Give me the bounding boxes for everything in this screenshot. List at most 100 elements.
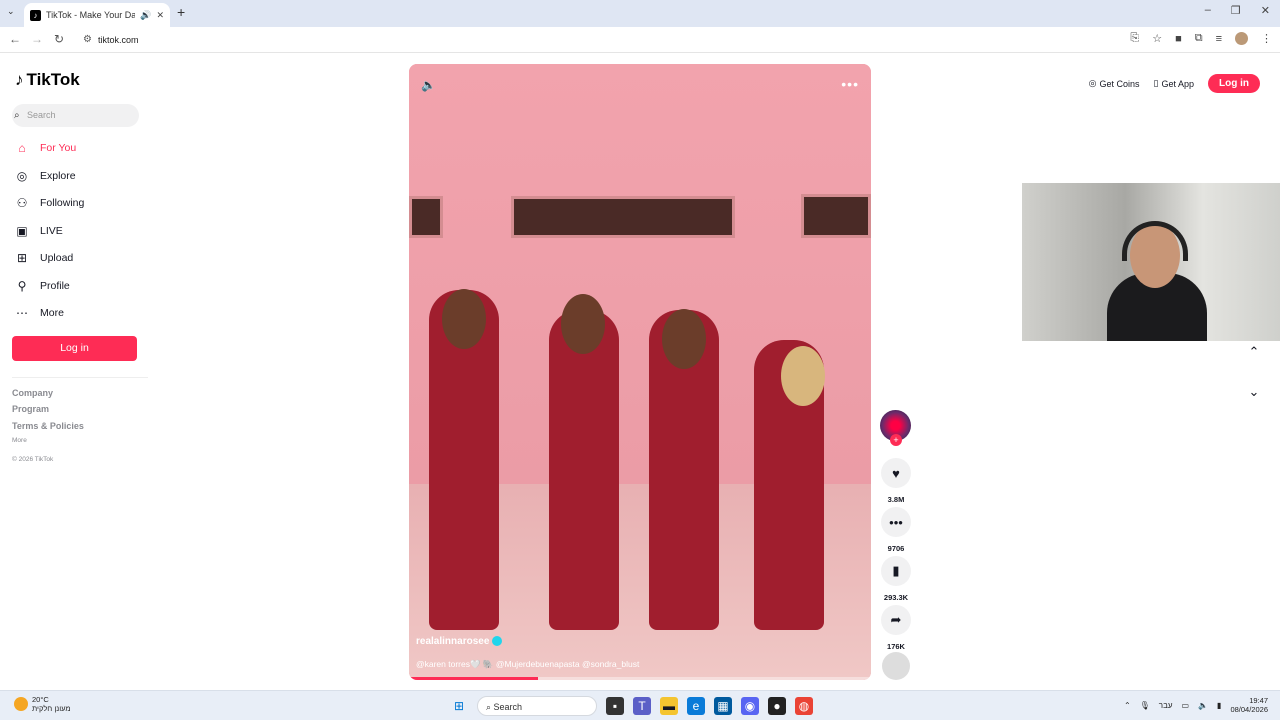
site-info-icon[interactable]: ⚙ xyxy=(83,30,92,50)
footer-more-link[interactable]: More xyxy=(12,437,27,444)
previous-video-icon[interactable]: ⌃ xyxy=(1244,344,1264,360)
sidebar-item-following[interactable]: ⚇ Following xyxy=(15,196,85,210)
bookmark-icon[interactable]: ▮ xyxy=(881,556,911,586)
follow-plus-icon[interactable]: + xyxy=(890,434,902,446)
new-tab-button[interactable]: + xyxy=(177,4,185,20)
restore-icon[interactable]: ❐ xyxy=(1231,4,1241,17)
system-tray: ⌃ 🎙 עבר ▭ 🔈 ▮ 19:47 08/04/2026 xyxy=(1124,696,1268,714)
back-icon[interactable]: ← xyxy=(9,32,21,46)
microphone-icon[interactable]: 🎙 xyxy=(1140,701,1150,710)
logo-text: TikTok xyxy=(26,70,80,89)
header-login-button[interactable]: Log in xyxy=(1208,74,1260,93)
search-input[interactable]: ⌕ Search xyxy=(12,104,139,127)
sidebar-item-for-you[interactable]: ⌂ For You xyxy=(15,141,76,155)
save-count: 293.3K xyxy=(883,593,909,602)
music-disc-icon[interactable] xyxy=(882,652,910,680)
puzzle-icon[interactable]: ⧉ xyxy=(1195,32,1203,45)
install-app-icon[interactable]: ⎘ xyxy=(1130,32,1139,45)
upload-icon: ⊞ xyxy=(16,251,28,265)
edge-icon[interactable]: e xyxy=(687,697,705,715)
weather-widget[interactable]: 20°C מעונן חלקית xyxy=(14,695,71,713)
forward-icon[interactable]: → xyxy=(31,32,43,46)
tab-title: TikTok - Make Your Day xyxy=(46,10,136,20)
taskbar-search[interactable]: ⌕ Search xyxy=(477,696,597,716)
sidebar-item-label: Explore xyxy=(40,170,76,182)
get-coins-button[interactable]: ◎ Get Coins xyxy=(1089,78,1140,89)
menu-dots-icon[interactable]: ⋮ xyxy=(1261,32,1272,45)
get-app-button[interactable]: ▯ Get App xyxy=(1154,78,1194,89)
next-video-icon[interactable]: ⌄ xyxy=(1244,384,1264,400)
save-action[interactable]: ▮ 293.3K xyxy=(881,556,911,602)
display-icon[interactable]: ▭ xyxy=(1182,701,1190,710)
video-dancer xyxy=(549,310,619,630)
window-controls: – ❐ ✕ xyxy=(1205,4,1270,17)
bookmark-star-icon[interactable]: ☆ xyxy=(1152,32,1162,45)
reload-icon[interactable]: ↻ xyxy=(54,32,64,46)
speaker-icon[interactable]: 🔊 xyxy=(140,10,151,21)
windows-start-icon[interactable]: ⊞ xyxy=(450,697,468,715)
close-window-icon[interactable]: ✕ xyxy=(1261,4,1270,17)
video-progress-bar[interactable] xyxy=(409,677,871,680)
language-indicator[interactable]: עבר xyxy=(1159,701,1173,710)
tray-chevron-icon[interactable]: ⌃ xyxy=(1124,701,1131,710)
browser-toolbar: ⎘ ☆ ■ ⧉ ≡ ⋮ xyxy=(1130,32,1272,45)
sidebar-item-label: Upload xyxy=(40,252,74,264)
browser-tab[interactable]: ♪ TikTok - Make Your Day 🔊 ✕ xyxy=(24,3,170,27)
sidebar-item-live[interactable]: ▣ LIVE xyxy=(15,224,63,238)
profile-avatar[interactable] xyxy=(1235,32,1248,45)
share-action[interactable]: ➦ 176K xyxy=(881,605,911,651)
footer-company-link[interactable]: Company xyxy=(12,388,53,398)
phone-icon: ▯ xyxy=(1153,78,1159,88)
sidebar-item-upload[interactable]: ⊞ Upload xyxy=(15,251,73,265)
share-icon[interactable]: ➦ xyxy=(881,605,911,635)
volume-tray-icon[interactable]: 🔈 xyxy=(1198,701,1208,710)
sidebar-item-label: More xyxy=(40,307,64,319)
weather-text: מעונן חלקית xyxy=(32,704,71,713)
file-explorer-icon[interactable]: ▬ xyxy=(660,697,678,715)
sidebar-item-profile[interactable]: ⚲ Profile xyxy=(15,279,70,293)
video-dancer-head xyxy=(662,309,706,369)
sidebar-item-label: LIVE xyxy=(40,225,63,237)
task-view-icon[interactable]: ▪ xyxy=(606,697,624,715)
heart-icon[interactable]: ♥ xyxy=(881,458,911,488)
following-icon: ⚇ xyxy=(16,196,28,210)
temperature: 20°C xyxy=(32,695,49,704)
media-icon[interactable]: ≡ xyxy=(1216,33,1222,45)
clock[interactable]: 19:47 08/04/2026 xyxy=(1230,696,1268,714)
video-more-icon[interactable]: ••• xyxy=(841,76,859,92)
url-field[interactable]: ⚙ tiktok.com xyxy=(78,30,1098,50)
app-icon[interactable]: ● xyxy=(768,697,786,715)
store-icon[interactable]: ▦ xyxy=(714,697,732,715)
battery-icon[interactable]: ▮ xyxy=(1217,701,1221,710)
compass-icon: ◎ xyxy=(16,169,28,183)
close-tab-icon[interactable]: ✕ xyxy=(156,10,164,21)
creator-avatar[interactable]: + xyxy=(880,410,911,446)
sidebar-item-label: Profile xyxy=(40,280,70,292)
footer-program-link[interactable]: Program xyxy=(12,404,49,414)
sidebar-item-explore[interactable]: ◎ Explore xyxy=(15,169,76,183)
tab-list-icon[interactable]: ⌄ xyxy=(7,6,15,17)
browser-tab-bar: ⌄ ♪ TikTok - Make Your Day 🔊 ✕ + – ❐ ✕ xyxy=(0,0,1280,27)
teams-icon[interactable]: T xyxy=(633,697,651,715)
video-dancer-head xyxy=(561,294,605,354)
video-scene-window xyxy=(511,196,735,238)
volume-icon[interactable]: 🔈 xyxy=(421,78,436,92)
chrome-icon[interactable]: ◍ xyxy=(795,697,813,715)
video-author[interactable]: realalinnarosee xyxy=(416,636,503,647)
footer-terms-link[interactable]: Terms & Policies xyxy=(12,421,84,431)
video-player[interactable]: 🔈 ••• realalinnarosee @karen torres🤍 🐘 @… xyxy=(409,64,871,680)
comment-icon[interactable]: ••• xyxy=(881,507,911,537)
windows-taskbar: 20°C מעונן חלקית ⊞ ⌕ Search ▪ T ▬ e ▦ ◉ … xyxy=(0,690,1280,720)
video-progress-fill xyxy=(409,677,539,680)
like-action[interactable]: ♥ 3.8M xyxy=(881,458,911,504)
extension-icon[interactable]: ■ xyxy=(1175,33,1182,45)
tiktok-logo[interactable]: ♪ TikTok xyxy=(15,70,80,90)
discord-icon[interactable]: ◉ xyxy=(741,697,759,715)
sidebar-login-button[interactable]: Log in xyxy=(12,336,137,361)
video-scene-window xyxy=(409,196,443,238)
comment-action[interactable]: ••• 9706 xyxy=(881,507,911,553)
sidebar-item-label: For You xyxy=(40,142,77,154)
minimize-icon[interactable]: – xyxy=(1205,4,1211,17)
taskbar-search-label: Search xyxy=(493,702,523,712)
sidebar-item-more[interactable]: ⋯ More xyxy=(15,306,64,320)
